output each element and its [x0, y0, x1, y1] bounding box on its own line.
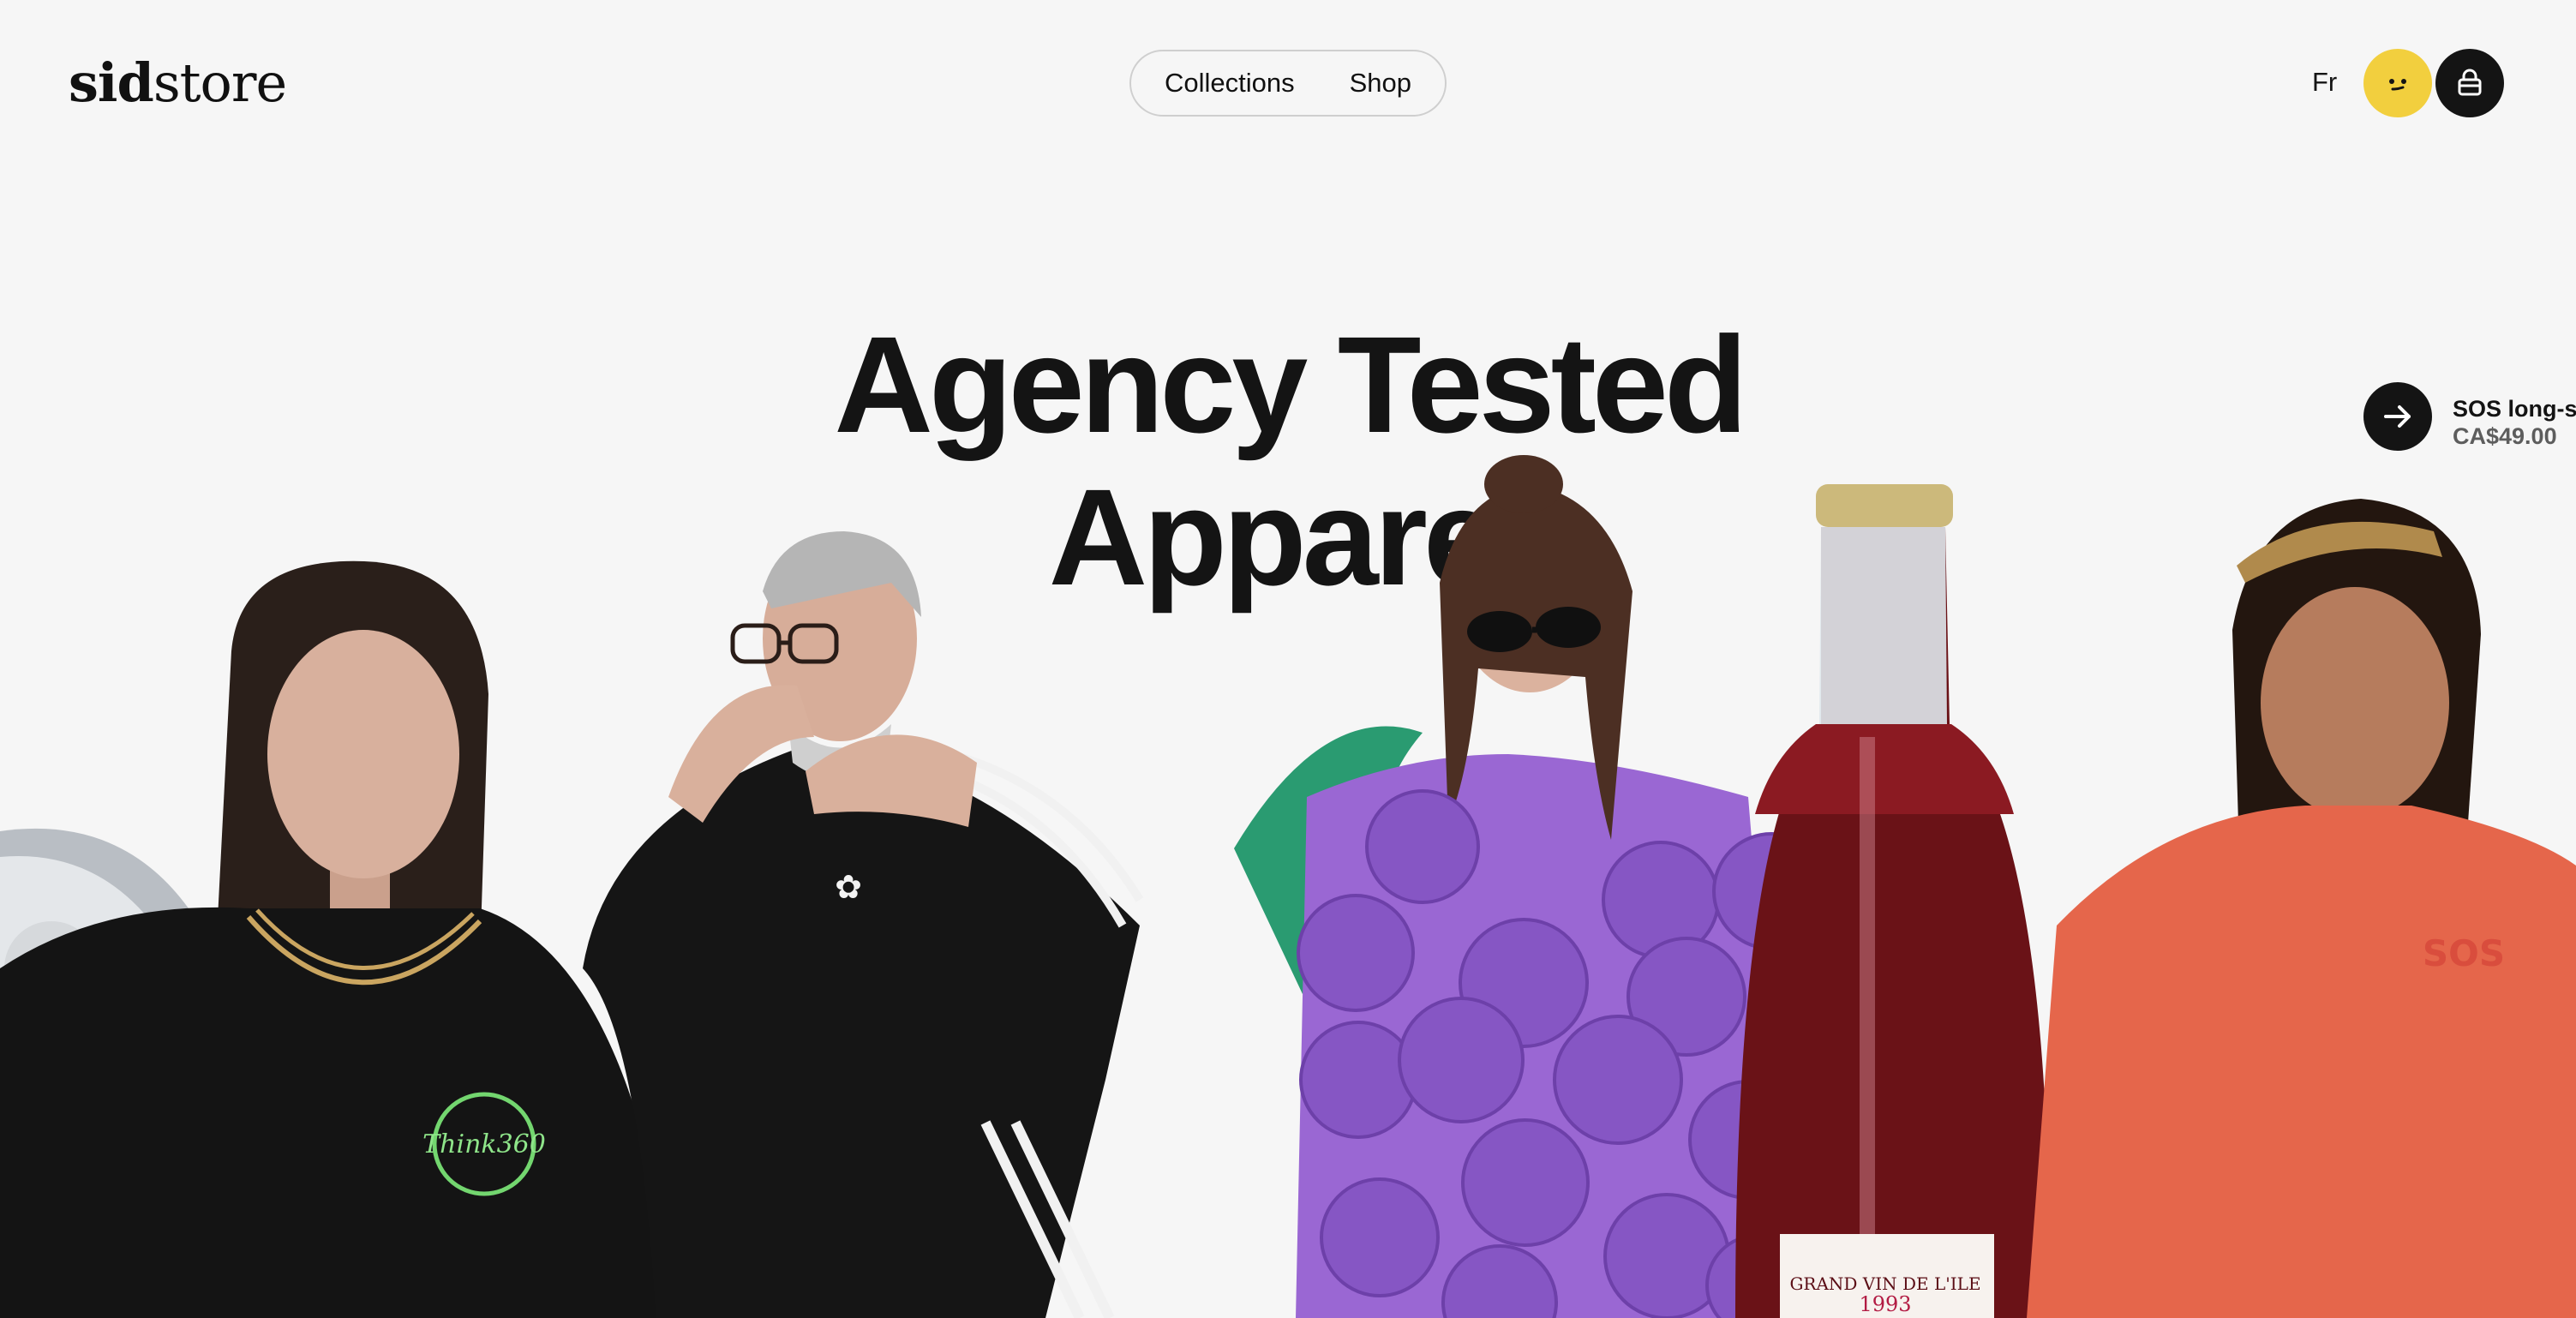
featured-product-card[interactable]: SOS long-sle CA$49.00 — [2363, 382, 2576, 451]
product-name[interactable]: SOS long-sle — [2453, 396, 2576, 422]
model-track-suit-image: ✿ — [583, 531, 1144, 1318]
product-arrow-button[interactable] — [2363, 382, 2432, 451]
arrow-right-icon — [2384, 405, 2411, 428]
model-black-sweatshirt-image: Think360 — [0, 560, 677, 1318]
bottle-year-text: 1993 — [1859, 1292, 1911, 1316]
product-price: CA$49.00 — [2453, 423, 2557, 449]
wine-bottle-image: GRAND VIN DE L'ILE 1993 — [1735, 484, 2051, 1318]
tee-print-text: SOS — [2423, 932, 2505, 974]
hero-models-image: Think360 ✿ GRAND VIN DE L'ILE 1993 SOS — [0, 455, 2576, 1318]
trefoil-logo: ✿ — [835, 870, 862, 906]
bottle-label-text: GRAND VIN DE L'ILE — [1789, 1273, 1980, 1294]
model-orange-tee-image: SOS — [2027, 499, 2576, 1318]
shirt-graphic-text: Think360 — [422, 1129, 546, 1159]
